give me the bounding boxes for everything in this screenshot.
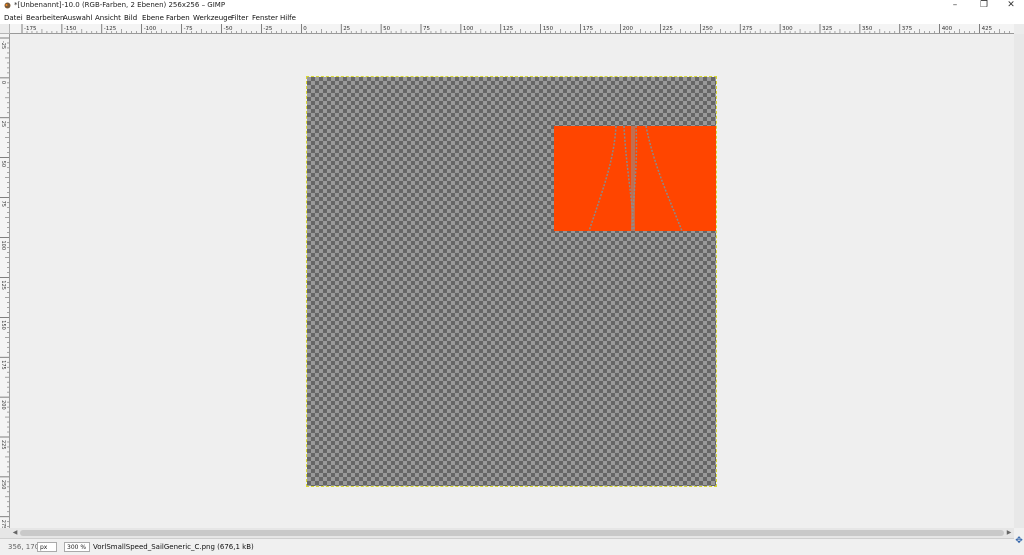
ruler-top-label: 200 — [623, 26, 634, 32]
canvas-area[interactable] — [10, 34, 1014, 528]
quick-mask-toggle[interactable] — [0, 528, 10, 538]
ruler-top-label: 250 — [702, 26, 713, 32]
menu-auswahl[interactable]: Auswahl — [63, 14, 92, 22]
ruler-left[interactable]: -25 0 25 50 75 100 125 150 175 200 225 250 275 — [0, 34, 10, 528]
ruler-top-label: 150 — [543, 26, 554, 32]
ruler-top-label: 400 — [942, 26, 953, 32]
menu-bild[interactable]: Bild — [124, 14, 137, 22]
ruler-top-label: -25 — [263, 26, 272, 32]
scroll-right-icon[interactable]: ▶ — [1004, 528, 1014, 538]
ruler-left-label: 75 — [0, 201, 6, 207]
ruler-left-label: 175 — [0, 360, 6, 370]
ruler-corner — [0, 24, 10, 34]
menu-bearbeiten[interactable]: Bearbeiten — [26, 14, 64, 22]
ruler-top-label: -100 — [144, 26, 157, 32]
ruler-top-label: 75 — [423, 26, 430, 32]
ruler-top-label: 350 — [862, 26, 873, 32]
menu-datei[interactable]: Datei — [4, 14, 23, 22]
ruler-top-label: 375 — [902, 26, 913, 32]
pointer-coordinates: 356, 170 — [8, 543, 40, 551]
menu-filter[interactable]: Filter — [231, 14, 248, 22]
ruler-top[interactable]: -175 -150 -125 -100 -75 -50 -25 0 25 50 75 100 125 15… — [10, 24, 1014, 34]
ruler-left-label: 250 — [0, 480, 6, 490]
ruler-left-label: 100 — [0, 241, 6, 251]
ruler-left-label: 50 — [0, 161, 6, 167]
ruler-top-label: 225 — [662, 26, 673, 32]
ruler-top-label: 100 — [463, 26, 474, 32]
scroll-left-icon[interactable]: ◀ — [10, 528, 20, 538]
menu-fenster[interactable]: Fenster — [252, 14, 278, 22]
ruler-top-label: 175 — [583, 26, 594, 32]
close-button[interactable]: ✕ — [1000, 0, 1022, 12]
image-canvas[interactable] — [306, 76, 717, 487]
ruler-left-label: 225 — [0, 440, 6, 450]
horizontal-scroll-thumb[interactable] — [20, 530, 1004, 536]
menu-bar: Datei Bearbeiten Auswahl Ansicht Bild Eb… — [0, 12, 1024, 24]
vertical-scrollbar[interactable] — [1014, 34, 1024, 528]
ruler-top-label: 0 — [303, 26, 307, 32]
ruler-top-label: -150 — [64, 26, 77, 32]
unit-select[interactable]: px — [37, 542, 57, 552]
navigate-icon[interactable]: ✥ — [1014, 528, 1024, 555]
ruler-left-label: 125 — [0, 280, 6, 290]
status-bar: 356, 170 px 300 % VorlSmallSpeed_SailGen… — [0, 538, 1014, 555]
file-info: VorlSmallSpeed_SailGeneric_C.png (676,1 … — [93, 543, 254, 551]
menu-ebene[interactable]: Ebene — [142, 14, 164, 22]
menu-hilfe[interactable]: Hilfe — [280, 14, 296, 22]
ruler-top-label: 300 — [782, 26, 793, 32]
zoom-on-resize-toggle[interactable] — [1014, 24, 1024, 34]
minimize-button[interactable]: – — [944, 0, 966, 12]
ruler-top-label: 275 — [742, 26, 753, 32]
menu-werkzeuge[interactable]: Werkzeuge — [193, 14, 232, 22]
ruler-top-label: -175 — [24, 26, 37, 32]
gimp-icon — [4, 2, 11, 9]
ruler-left-label: 150 — [0, 320, 6, 330]
ruler-top-label: 425 — [982, 26, 993, 32]
sail-layer — [554, 126, 716, 231]
ruler-left-label: 200 — [0, 400, 6, 410]
window-title: *[Unbenannt]-10.0 (RGB-Farben, 2 Ebenen)… — [14, 1, 226, 9]
ruler-left-label: -25 — [0, 41, 6, 49]
ruler-left-label: 275 — [0, 520, 6, 528]
ruler-top-label: -50 — [224, 26, 233, 32]
zoom-value: 300 % — [67, 544, 87, 551]
unit-value: px — [40, 544, 48, 551]
ruler-top-label: 50 — [383, 26, 390, 32]
ruler-left-label: 25 — [0, 121, 6, 127]
ruler-left-label: 0 — [0, 81, 6, 84]
horizontal-scrollbar[interactable]: ◀ ▶ — [10, 528, 1014, 538]
menu-ansicht[interactable]: Ansicht — [95, 14, 121, 22]
ruler-top-label: -125 — [104, 26, 117, 32]
ruler-top-label: 325 — [822, 26, 833, 32]
zoom-select[interactable]: 300 % — [64, 542, 90, 552]
title-bar: *[Unbenannt]-10.0 (RGB-Farben, 2 Ebenen)… — [0, 0, 1024, 12]
ruler-top-label: 25 — [343, 26, 350, 32]
ruler-top-label: -75 — [184, 26, 193, 32]
menu-farben[interactable]: Farben — [166, 14, 190, 22]
ruler-top-label: 125 — [503, 26, 514, 32]
maximize-button[interactable]: ❐ — [973, 0, 995, 12]
